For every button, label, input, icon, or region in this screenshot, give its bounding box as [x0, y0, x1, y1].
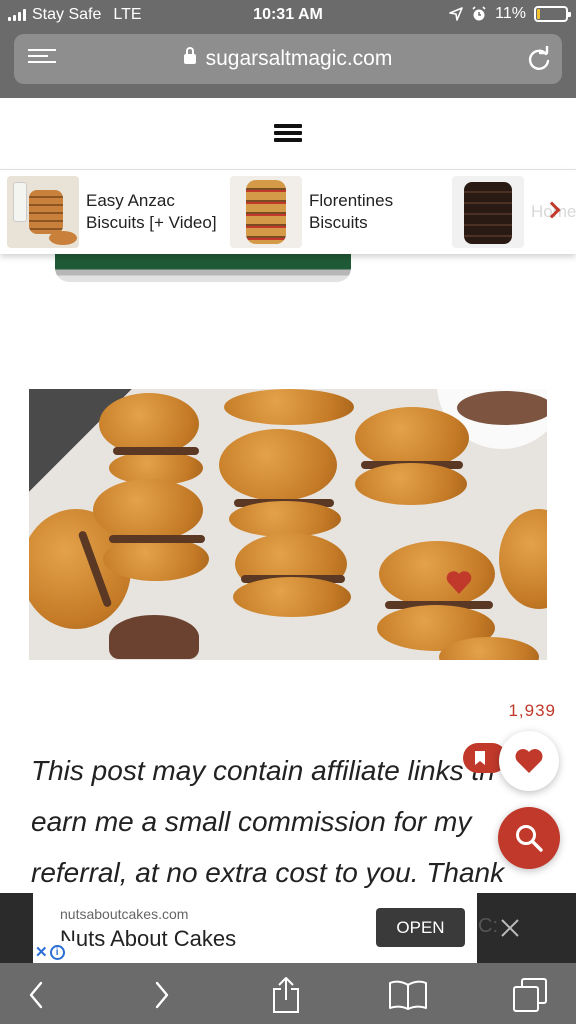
battery-percent: 11%	[495, 5, 526, 22]
address-bar[interactable]: sugarsaltmagic.com	[14, 34, 562, 84]
status-right: 11%	[449, 5, 571, 23]
disclosure-line: This post may contain affiliate links th	[31, 755, 495, 786]
affiliate-disclosure: This post may contain affiliate links th…	[31, 745, 521, 898]
heart-icon	[515, 749, 543, 773]
adchoices-badge[interactable]: ✕ i	[33, 941, 75, 963]
bookmarks-icon	[389, 980, 427, 1010]
ad-close-icon[interactable]	[500, 918, 520, 938]
disclosure-line: earn me a small commission for my	[31, 806, 472, 837]
browser-toolbar	[0, 963, 576, 1024]
related-post-item[interactable]: Florentines Biscuits	[230, 176, 449, 248]
back-icon	[29, 981, 43, 1009]
back-button[interactable]	[16, 975, 56, 1015]
site-header	[0, 98, 576, 170]
search-icon	[516, 825, 543, 852]
url-text[interactable]: sugarsaltmagic.com	[206, 47, 393, 70]
lock-icon	[183, 47, 196, 64]
disclosure-line: referral, at no extra cost to you. Thank	[31, 857, 505, 888]
status-bar: Stay Safe LTE 10:31 AM 11%	[0, 0, 576, 30]
share-icon	[273, 977, 299, 1013]
search-button[interactable]	[498, 807, 560, 869]
hero-image	[29, 389, 547, 660]
related-post-title[interactable]: Easy Anzac Biscuits [+ Video]	[86, 190, 226, 234]
florentines-thumbnail[interactable]	[230, 176, 302, 248]
bookmarks-button[interactable]	[388, 975, 428, 1015]
favorite-button[interactable]	[499, 731, 559, 791]
tabs-icon	[513, 978, 547, 1012]
share-count: 1,939	[508, 701, 556, 720]
location-arrow-icon	[449, 7, 463, 21]
chocolate-biscuits-thumbnail[interactable]	[452, 176, 524, 248]
ad-hidden-text: C:	[478, 915, 498, 937]
related-post-title[interactable]: Florentines Biscuits	[309, 190, 449, 234]
bookmark-icon	[475, 751, 485, 765]
heart-decoration-icon	[446, 571, 472, 594]
ad-name[interactable]: Nuts About Cakes	[60, 926, 236, 952]
related-posts-carousel[interactable]: Easy Anzac Biscuits [+ Video] Florentine…	[0, 170, 576, 254]
battery-icon	[534, 6, 571, 22]
ad-open-button[interactable]: OPEN	[376, 908, 465, 947]
related-post-item[interactable]: Easy Anzac Biscuits [+ Video]	[7, 176, 226, 248]
forward-icon	[155, 981, 169, 1009]
alarm-icon	[472, 6, 486, 21]
adchoices-info-icon[interactable]: i	[49, 944, 65, 960]
anzac-biscuits-thumbnail[interactable]	[7, 176, 79, 248]
hamburger-menu-icon[interactable]	[274, 124, 302, 145]
ad-domain[interactable]: nutsaboutcakes.com	[60, 906, 188, 922]
share-button[interactable]	[266, 975, 306, 1015]
address-text-wrap[interactable]: sugarsaltmagic.com	[14, 47, 562, 71]
browser-chrome-top: sugarsaltmagic.com	[0, 30, 576, 98]
adchoices-x-icon[interactable]: ✕	[35, 943, 48, 961]
forward-button[interactable]	[142, 975, 182, 1015]
ad-banner[interactable]: nutsaboutcakes.com Nuts About Cakes OPEN	[33, 893, 477, 963]
tabs-button[interactable]	[510, 975, 550, 1015]
reload-icon[interactable]	[526, 46, 552, 72]
